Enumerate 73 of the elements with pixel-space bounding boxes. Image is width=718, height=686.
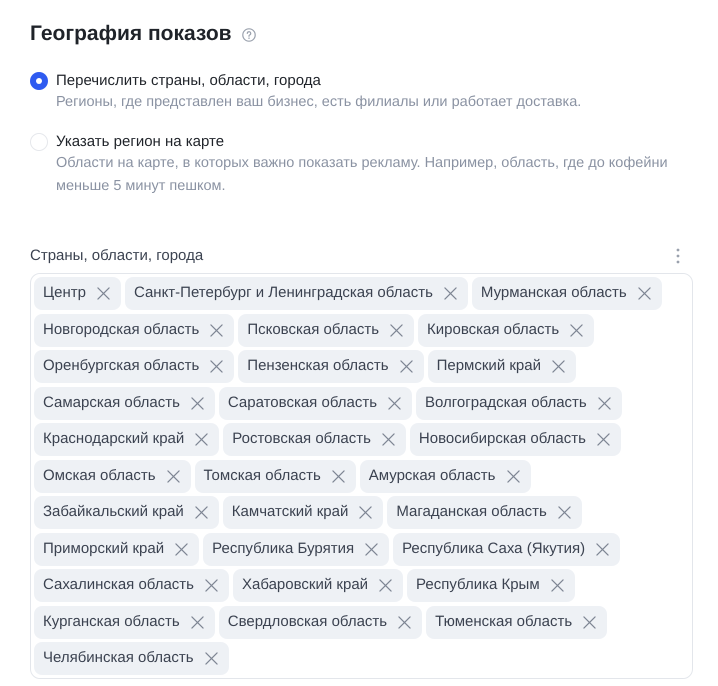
close-icon[interactable] <box>638 287 651 300</box>
more-options-icon[interactable] <box>676 248 680 264</box>
tag-label: Республика Саха (Якутия) <box>402 538 586 559</box>
option-description: Области на карте, в которых важно показать рекламу. Например, область, где до кофейни меньше 5 минут пешком. <box>56 154 669 196</box>
close-icon[interactable] <box>210 324 224 336</box>
close-icon[interactable] <box>598 396 611 410</box>
tag-label: Новосибирская область <box>418 429 586 450</box>
close-icon[interactable] <box>444 287 457 300</box>
close-icon[interactable] <box>506 470 520 482</box>
tag-label: Челябинская область <box>43 648 194 668</box>
close-icon[interactable] <box>190 396 204 410</box>
tag-label: Амурская область <box>368 466 496 486</box>
tag-label: Свердловская область <box>228 612 388 632</box>
close-icon[interactable] <box>379 579 392 592</box>
close-icon[interactable] <box>570 324 584 336</box>
field-label: Страны, области, города <box>30 246 204 266</box>
tag-label: Оренбургская область <box>43 356 200 376</box>
help-icon[interactable] <box>242 28 256 42</box>
close-icon[interactable] <box>558 506 571 519</box>
tag-label: Пензенская область <box>247 356 389 376</box>
tag-label: Краснодарский край <box>43 429 184 450</box>
tag-label: Республика Бурятия <box>212 538 354 559</box>
tag-label: Новгородская область <box>43 320 200 340</box>
close-icon[interactable] <box>195 433 208 446</box>
close-icon[interactable] <box>365 542 378 556</box>
close-icon[interactable] <box>194 506 208 519</box>
close-icon[interactable] <box>552 360 565 373</box>
tag-label: Камчатский край <box>232 502 348 522</box>
radio-button[interactable] <box>30 133 48 151</box>
close-icon[interactable] <box>205 579 218 592</box>
close-icon[interactable] <box>388 396 402 410</box>
close-icon[interactable] <box>210 360 224 373</box>
tag-label: Санкт-Петербург и Ленинградская область <box>134 283 433 304</box>
option-label[interactable]: Указать регион на карте <box>56 132 692 152</box>
tag-label: Пермский край <box>436 356 541 376</box>
close-icon[interactable] <box>596 433 610 446</box>
close-icon[interactable] <box>96 287 110 300</box>
tag-label: Псковская область <box>247 320 380 340</box>
close-icon[interactable] <box>596 542 610 556</box>
close-icon[interactable] <box>175 542 188 556</box>
tag-label: Курганская область <box>43 612 180 632</box>
tags-input-field[interactable] <box>30 273 693 679</box>
close-icon[interactable] <box>400 360 413 373</box>
tag-label: Центр <box>43 283 86 304</box>
tag-label: Волгоградская область <box>425 392 587 413</box>
close-icon[interactable] <box>382 433 395 446</box>
tag-label: Тюменская область <box>435 612 572 632</box>
close-icon[interactable] <box>398 616 412 628</box>
close-icon[interactable] <box>583 616 596 628</box>
tag-label: Республика Крым <box>416 575 540 596</box>
close-icon[interactable] <box>204 652 218 665</box>
tag-label: Кировская область <box>427 320 560 340</box>
section-title: География показов <box>30 21 232 47</box>
close-icon[interactable] <box>390 324 404 336</box>
tag-label: Ростовская область <box>232 429 371 450</box>
close-icon[interactable] <box>332 470 345 482</box>
option-description: Регионы, где представлен ваш бизнес, есть филиалы или работает доставка. <box>56 93 582 112</box>
tag-label: Мурманская область <box>480 283 627 304</box>
close-icon[interactable] <box>166 470 180 482</box>
tag-label: Саратовская область <box>228 392 378 413</box>
option-label[interactable]: Перечислить страны, области, города <box>56 71 692 91</box>
tag-label: Хабаровский край <box>242 575 368 596</box>
tag-label: Магаданская область <box>396 502 547 522</box>
tag-label: Забайкальский край <box>43 502 184 522</box>
tag-label: Сахалинская область <box>43 575 194 596</box>
close-icon[interactable] <box>359 506 372 519</box>
tag-label: Приморский край <box>43 538 164 559</box>
radio-button[interactable] <box>30 72 48 90</box>
tag-label: Томская область <box>204 466 321 486</box>
tag-label: Самарская область <box>43 392 180 413</box>
close-icon[interactable] <box>550 579 564 592</box>
close-icon[interactable] <box>190 616 204 628</box>
tag-label: Омская область <box>43 466 156 486</box>
